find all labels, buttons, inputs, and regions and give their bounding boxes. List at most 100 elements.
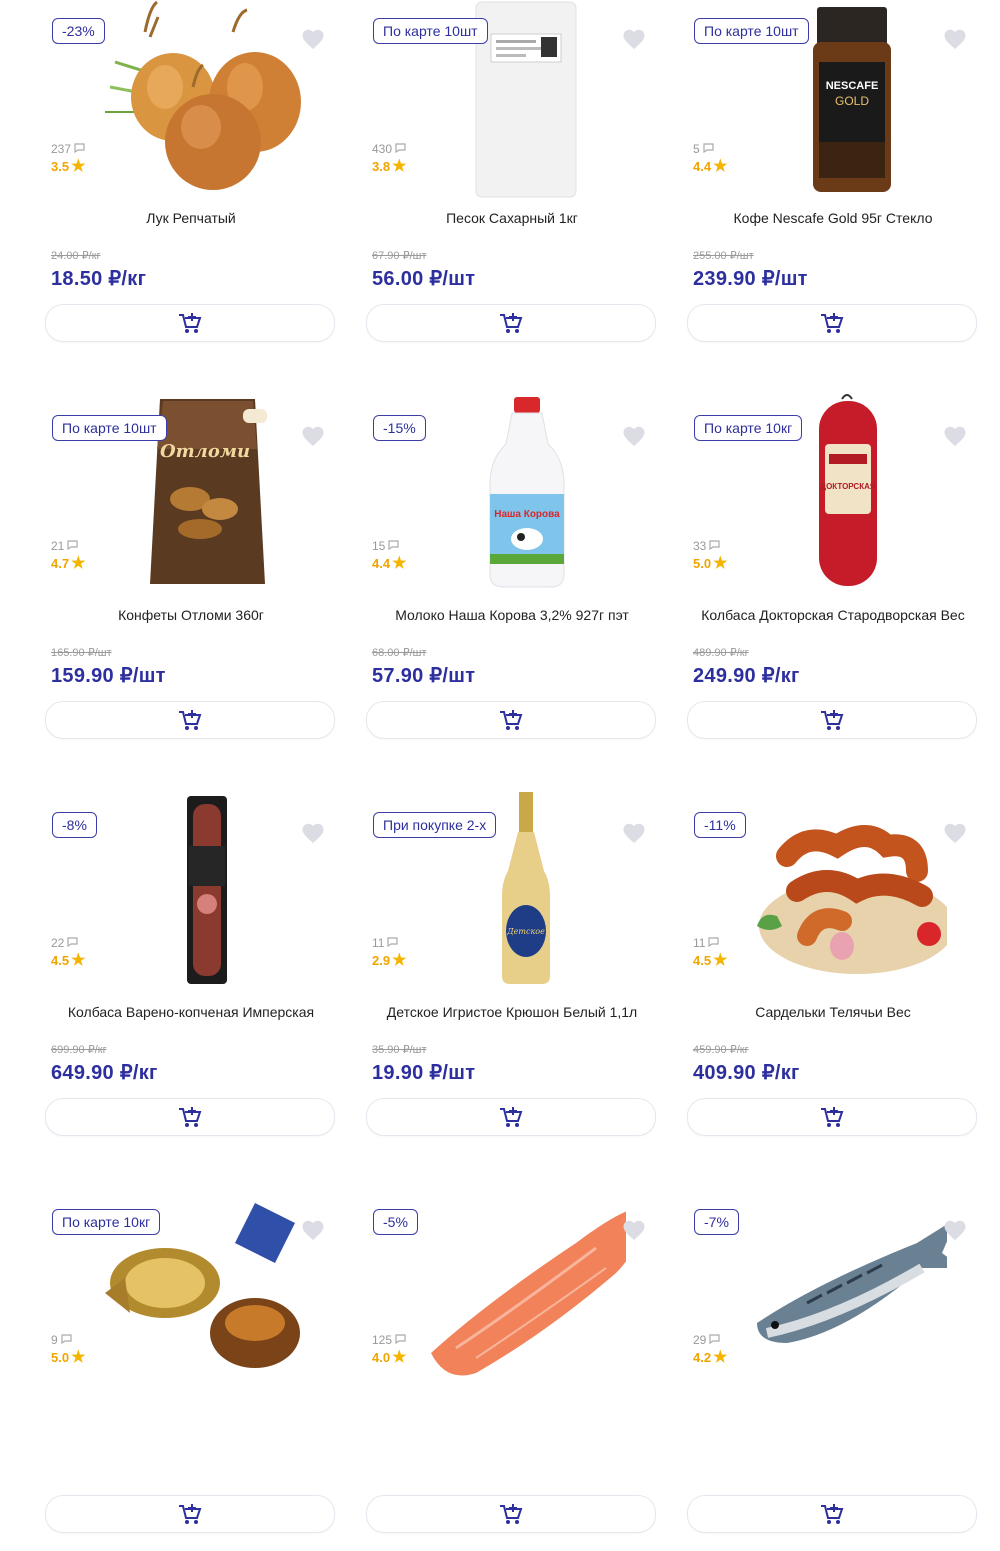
product-card[interactable]: По карте 10шт 430 3.8 ★ Песок Сахарный 1к… [366, 0, 658, 360]
product-image[interactable] [426, 1183, 639, 1393]
product-name[interactable]: Детское Игристое Крюшон Белый 1,1л [366, 1004, 658, 1020]
reviews-number: 22 [51, 936, 65, 950]
rating: 4.7 ★ [51, 555, 85, 571]
heart-icon[interactable] [943, 822, 967, 849]
add-to-cart-button[interactable] [687, 701, 977, 739]
star-icon: ★ [392, 951, 407, 969]
product-name[interactable]: Сардельки Телячьи Вес [687, 1004, 979, 1020]
add-to-cart-button[interactable] [366, 1098, 656, 1136]
old-price: 165.90 ₽/шт [51, 647, 112, 659]
add-to-cart-button[interactable] [366, 701, 656, 739]
reviews-count: 29 [693, 1333, 727, 1347]
cart-add-icon [819, 708, 845, 732]
add-to-cart-button[interactable] [45, 1098, 335, 1136]
product-price: 409.90 ₽/кг [693, 1062, 800, 1084]
reviews-number: 5 [693, 142, 700, 156]
add-to-cart-button[interactable] [366, 304, 656, 342]
reviews-number: 11 [693, 936, 706, 950]
reviews-number: 29 [693, 1333, 707, 1347]
rating-value: 5.0 [693, 556, 712, 571]
product-card[interactable]: Отломи По карте 10шт 21 4.7 ★ Конфеты Отл… [45, 397, 337, 757]
product-meta: 21 4.7 ★ [51, 539, 85, 571]
old-price: 255.00 ₽/шт [693, 250, 754, 262]
heart-icon[interactable] [301, 28, 325, 55]
comment-icon [387, 936, 399, 950]
product-image[interactable] [105, 0, 305, 202]
heart-icon[interactable] [622, 28, 646, 55]
reviews-count: 22 [51, 936, 85, 950]
cart-add-icon [177, 1502, 203, 1526]
star-icon: ★ [71, 951, 86, 969]
reviews-count: 15 [372, 539, 406, 553]
heart-icon[interactable] [622, 425, 646, 452]
promo-badge: -15% [373, 415, 426, 441]
product-card[interactable]: NESCAFE GOLD По карте 10шт 5 4.4 ★ Кофе N… [687, 0, 979, 360]
rating: 3.8 ★ [372, 157, 407, 175]
product-card[interactable]: ДОКТОРСКАЯ По карте 10кг 33 5.0 ★ Колбаса… [687, 394, 979, 757]
reviews-number: 11 [372, 936, 385, 950]
product-price: 56.00 ₽/шт [372, 268, 476, 290]
rating: 4.0 ★ [372, 1349, 406, 1365]
heart-icon[interactable] [622, 1219, 646, 1246]
product-card[interactable]: -7% 29 4.2 ★ [687, 1191, 979, 1551]
add-to-cart-button[interactable] [687, 1495, 977, 1533]
star-icon: ★ [392, 157, 407, 175]
product-name[interactable]: Лук Репчатый [45, 210, 337, 226]
reviews-count: 9 [51, 1333, 85, 1347]
cart-add-icon [498, 311, 524, 335]
heart-icon[interactable] [301, 1219, 325, 1246]
add-to-cart-button[interactable] [45, 304, 335, 342]
add-to-cart-button[interactable] [687, 1098, 977, 1136]
promo-badge: -8% [52, 812, 97, 838]
product-card[interactable]: -23% 237 3.5 ★ Лук Репчатый 24.00 ₽/кг 18… [45, 0, 337, 360]
add-to-cart-button[interactable] [45, 701, 335, 739]
reviews-number: 125 [372, 1333, 393, 1347]
product-price: 57.90 ₽/шт [372, 665, 476, 687]
add-to-cart-button[interactable] [687, 304, 977, 342]
product-card[interactable]: По карте 10кг 9 5.0 ★ [45, 1191, 337, 1551]
cart-add-icon [177, 1105, 203, 1129]
comment-icon [709, 539, 720, 553]
product-name[interactable]: Молоко Наша Корова 3,2% 927г пэт [366, 607, 658, 623]
comment-icon [67, 936, 78, 950]
product-meta: 5 4.4 ★ [693, 142, 727, 174]
product-name[interactable]: Колбаса Докторская Стародворская Вес [687, 607, 979, 623]
heart-icon[interactable] [622, 822, 646, 849]
product-name[interactable]: Кофе Nescafe Gold 95г Стекло [687, 210, 979, 226]
rating-value: 3.8 [372, 159, 391, 174]
reviews-number: 21 [51, 539, 65, 553]
cart-add-icon [177, 311, 203, 335]
heart-icon[interactable] [301, 822, 325, 849]
star-icon: ★ [713, 157, 728, 175]
product-image[interactable] [105, 786, 305, 996]
product-card[interactable]: Наша Корова -15% 15 4.4 ★ Молоко Наша Кор… [366, 397, 658, 757]
rating-value: 4.7 [51, 556, 70, 571]
product-card[interactable]: Детское При покупке 2-х 11 2.9 ★ Детское … [366, 792, 658, 1154]
product-name[interactable]: Колбаса Варено-копченая Имперская [45, 1004, 337, 1020]
product-card[interactable]: -11% 11 4.5 ★ Сардельки Телячьи Вес 459.9… [687, 794, 979, 1154]
product-price: 649.90 ₽/кг [51, 1062, 158, 1084]
product-image[interactable] [747, 786, 955, 996]
promo-badge: -11% [694, 812, 746, 838]
add-to-cart-button[interactable] [366, 1495, 656, 1533]
heart-icon[interactable] [943, 28, 967, 55]
comment-icon [708, 936, 720, 950]
comment-icon [67, 539, 78, 553]
rating-value: 4.2 [693, 1350, 712, 1365]
product-image[interactable] [747, 1183, 962, 1393]
product-name[interactable]: Песок Сахарный 1кг [366, 210, 658, 226]
star-icon: ★ [392, 554, 407, 572]
old-price: 67.90 ₽/шт [372, 250, 427, 262]
product-price: 19.90 ₽/шт [372, 1062, 476, 1084]
add-to-cart-button[interactable] [45, 1495, 335, 1533]
heart-icon[interactable] [943, 1219, 967, 1246]
svg-text:ДОКТОРСКАЯ: ДОКТОРСКАЯ [820, 482, 875, 491]
heart-icon[interactable] [943, 425, 967, 452]
reviews-count: 430 [372, 142, 406, 156]
product-name[interactable]: Конфеты Отломи 360г [45, 607, 337, 623]
product-card[interactable]: -5% 125 4.0 ★ [366, 1191, 658, 1551]
rating-value: 2.9 [372, 953, 391, 968]
product-card[interactable]: -8% 22 4.5 ★ Колбаса Варено-копченая Импе… [45, 794, 337, 1154]
product-image[interactable]: Наша Корова [426, 389, 626, 599]
heart-icon[interactable] [301, 425, 325, 452]
